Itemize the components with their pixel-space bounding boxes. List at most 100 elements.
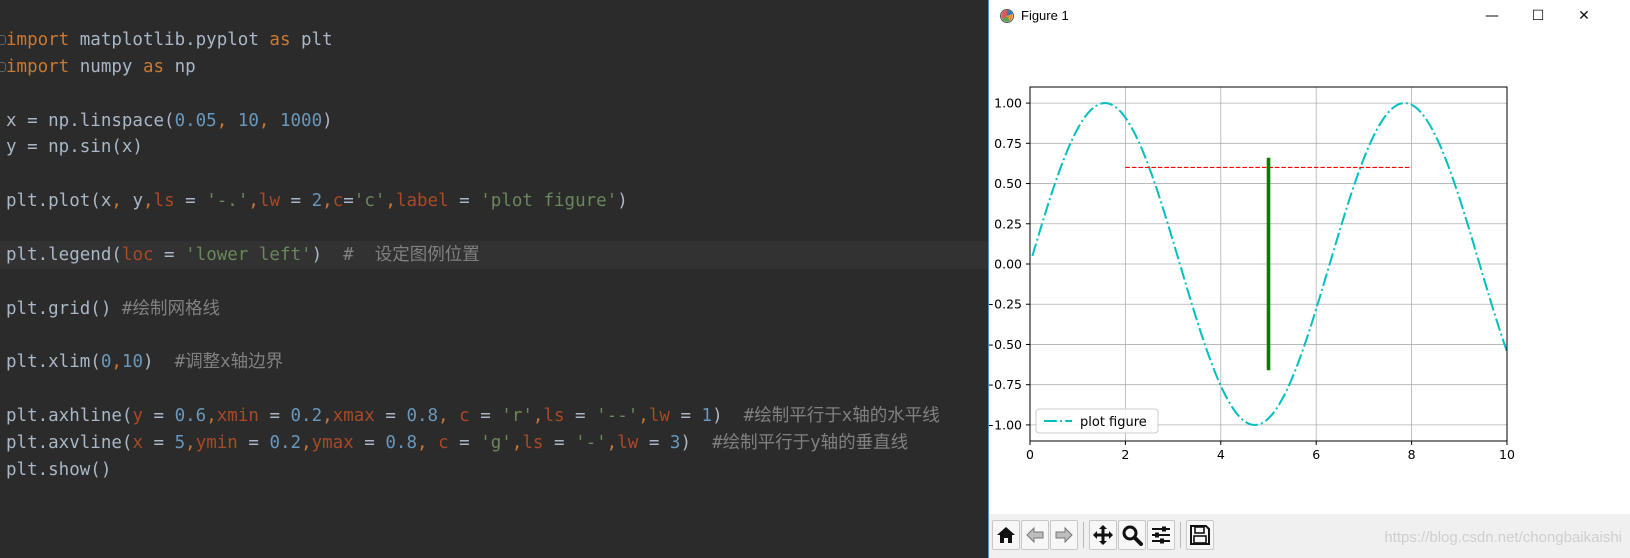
code-token: lw [258,191,280,212]
code-token: 1 [701,405,713,426]
code-token: , [322,191,333,212]
code-token: ) [143,352,175,373]
code-line[interactable]: plt.axvline(x = 5,ymin = 0.2,ymax = 0.8,… [6,429,908,457]
y-tick-label: 0.25 [994,216,1022,231]
window-title: Figure 1 [1021,8,1069,23]
code-token: 'g' [480,432,512,453]
watermark: https://blog.csdn.net/chongbaikaishi [1384,529,1622,546]
code-token: , [438,405,460,426]
maximize-button[interactable]: ☐ [1515,0,1561,32]
code-token: xmin [216,405,259,426]
code-token: 1000 [279,110,323,131]
code-token: ) [322,110,333,131]
fold-marker-icon[interactable] [0,61,6,72]
code-token: 0.8 [385,432,417,453]
toolbar-separator [1083,522,1084,548]
code-token: = [142,432,175,453]
code-token: label [395,191,449,212]
code-token: 0.6 [174,405,207,426]
maximize-icon: ☐ [1531,8,1545,24]
code-token: '-.' [206,191,249,212]
save-floppy-icon [1190,525,1210,545]
code-token: 'r' [501,405,533,426]
code-token: #绘制网格线 [121,298,220,319]
code-line[interactable]: plt.axhline(y = 0.6,xmin = 0.2,xmax = 0.… [6,402,940,430]
code-line[interactable]: plt.plot(x, y,ls = '-.',lw = 2,c='c',lab… [6,187,628,215]
forward-button[interactable] [1050,520,1078,550]
code-token: = [448,432,481,453]
code-token: 0 [100,352,112,373]
code-token: # 设定图例位置 [343,244,480,265]
code-token: c [459,405,470,426]
code-token: #绘制平行于y轴的垂直线 [712,432,909,453]
fold-marker-icon[interactable] [0,35,6,45]
code-token: import [6,56,70,77]
code-token: 'plot figure' [480,191,618,212]
code-token: = [142,405,175,426]
code-token: y [132,405,143,426]
code-token: , [206,405,217,426]
code-token: = [374,405,407,426]
code-line[interactable]: plt.grid() #绘制网格线 [6,295,220,323]
code-token: ls [543,405,565,426]
matplotlib-figure-window[interactable]: Figure 1 — ☐ ✕ 0 2 4 6 8 10 1.00 0.75 0.50 0.25 0.… [988,0,1630,558]
code-token: xmax [332,405,375,426]
code-token: = [564,405,597,426]
close-button[interactable]: ✕ [1561,0,1607,32]
code-token: 5 [174,432,186,453]
code-token: '--' [596,405,639,426]
toolbar-separator [1180,522,1181,548]
code-token: 'lower left' [185,244,312,265]
x-tick-label: 0 [1026,447,1034,462]
code-editor[interactable]: import matplotlib.pyplot as plt import nu… [0,0,988,558]
configure-subplots-icon [1152,526,1170,544]
save-button[interactable] [1186,520,1214,550]
code-token: lw [648,405,670,426]
code-token: , [322,405,333,426]
configure-subplots-button[interactable] [1147,520,1175,550]
code-token: 0.05 [174,110,217,131]
code-token: , [142,191,154,212]
code-line[interactable]: import numpy as np [6,53,196,81]
code-line[interactable]: plt.xlim(0,10) #调整x轴边界 [6,348,283,376]
code-token: , [301,432,312,453]
home-button[interactable] [992,520,1020,550]
code-token: ) [311,244,344,265]
code-token: = [174,191,207,212]
zoom-button[interactable] [1118,520,1146,550]
code-token: , [216,110,238,131]
code-token: ymin [195,432,238,453]
code-token: , [638,405,649,426]
x-tick-label: 10 [1499,447,1515,462]
code-token: 0.8 [406,405,439,426]
code-token: c [438,432,449,453]
y-tick-label: −0.25 [989,297,1022,312]
home-icon [997,527,1015,543]
code-token: plt.axvline( [6,432,133,453]
pan-move-icon [1093,525,1113,545]
forward-arrow-icon [1055,526,1073,544]
code-line[interactable]: import matplotlib.pyplot as plt [6,26,333,54]
code-line[interactable]: x = np.linspace(0.05, 10, 1000) [6,107,333,135]
code-token: plt [290,30,333,50]
code-token: #绘制平行于x轴的水平线 [743,405,940,426]
code-token: 10 [237,110,259,131]
code-line[interactable]: plt.legend(loc = 'lower left') # 设定图例位置 [0,240,988,269]
back-button[interactable] [1021,520,1049,550]
pan-button[interactable] [1089,520,1117,550]
minimize-button[interactable]: — [1469,0,1515,32]
code-token: as [269,30,291,50]
code-line[interactable]: y = np.sin(x) [6,133,143,161]
close-icon: ✕ [1578,8,1590,24]
code-token: ls [153,191,175,212]
code-token: plt.grid() [6,298,122,319]
window-titlebar[interactable]: Figure 1 — ☐ ✕ [989,0,1630,32]
code-token: '-' [575,432,607,453]
code-token: ) [680,432,713,453]
code-token: import [6,30,70,50]
plot-canvas[interactable]: 0 2 4 6 8 10 1.00 0.75 0.50 0.25 0.00 −0.25 −0.50 −0.… [989,32,1630,514]
y-tick-label: −0.50 [989,337,1022,352]
code-line[interactable]: plt.show() [6,456,111,484]
code-token: plt.show() [6,459,112,480]
y-tick-label: 1.00 [994,96,1022,111]
